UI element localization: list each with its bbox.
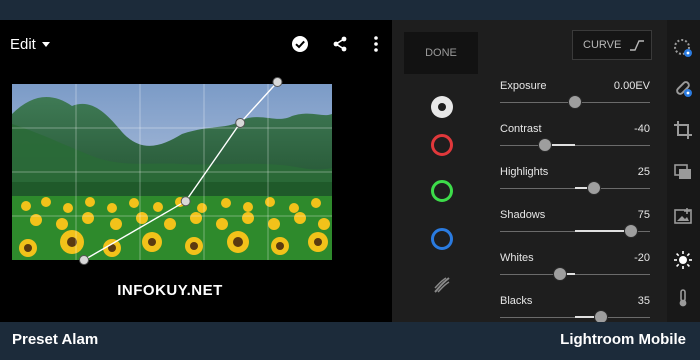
curve-mini-icon <box>630 40 645 51</box>
curve-point-2[interactable] <box>180 196 191 207</box>
share-icon[interactable] <box>330 34 350 54</box>
channel-red-button[interactable] <box>431 134 453 156</box>
slider-label: Exposure <box>500 80 547 92</box>
presets-icon[interactable] <box>673 38 693 58</box>
slider-label: Contrast <box>500 123 542 135</box>
light-adjust-panel: CURVE Exposure 0.00EV Contrast -40 Highlight… <box>490 20 667 324</box>
slider-value: 25 <box>637 166 650 178</box>
slider-label: Highlights <box>500 166 549 178</box>
slider-fill <box>575 230 632 232</box>
curve-point-4[interactable] <box>272 77 283 87</box>
crop-icon[interactable] <box>673 120 693 140</box>
tone-curve[interactable] <box>12 77 332 265</box>
slider-label: Shadows <box>500 209 546 221</box>
caret-down-icon[interactable] <box>42 42 50 47</box>
curve-button-label: CURVE <box>583 39 622 51</box>
photo-edit-pane: Edit INFOKUY.NET <box>0 20 392 322</box>
more-options-icon[interactable] <box>366 34 386 54</box>
watermark-text: INFOKUY.NET <box>117 282 223 299</box>
slider-label: Whites <box>500 252 534 264</box>
channel-green-button[interactable] <box>431 180 453 202</box>
parametric-curve-icon[interactable] <box>431 274 453 296</box>
curve-button[interactable]: CURVE <box>572 30 652 60</box>
curve-point-1[interactable] <box>79 255 89 265</box>
curve-line <box>83 81 278 261</box>
done-button[interactable]: DONE <box>404 32 478 74</box>
slider-value: -20 <box>634 252 650 264</box>
slider-value: 0.00EV <box>613 80 650 92</box>
slider-label: Blacks <box>500 295 533 307</box>
slider-exposure[interactable]: Exposure 0.00EV <box>490 80 667 122</box>
checkmark-icon[interactable] <box>290 34 310 54</box>
healing-icon[interactable] <box>673 78 693 98</box>
edit-menu-label[interactable]: Edit <box>10 36 36 53</box>
versions-icon[interactable] <box>673 162 693 182</box>
slider-highlights[interactable]: Highlights 25 <box>490 166 667 208</box>
channel-rgb-button[interactable] <box>431 96 453 118</box>
caption-left: Preset Alam <box>12 331 99 348</box>
slider-value: -40 <box>634 123 650 135</box>
tool-rail <box>667 20 700 322</box>
slider-thumb[interactable] <box>553 267 567 281</box>
slider-thumb[interactable] <box>586 181 601 195</box>
slider-value: 75 <box>637 209 650 221</box>
channel-rgb-center <box>438 103 446 111</box>
caption-right: Lightroom Mobile <box>560 331 686 348</box>
slider-whites[interactable]: Whites -20 <box>490 252 667 294</box>
curve-channel-column: DONE <box>392 20 490 322</box>
channel-blue-button[interactable] <box>431 228 453 250</box>
slider-contrast[interactable]: Contrast -40 <box>490 123 667 165</box>
slider-thumb[interactable] <box>538 138 552 152</box>
image-add-icon[interactable] <box>673 206 693 226</box>
slider-track[interactable] <box>500 145 650 146</box>
slider-thumb[interactable] <box>568 95 582 109</box>
top-frame-band <box>0 0 700 20</box>
slider-shadows[interactable]: Shadows 75 <box>490 209 667 251</box>
slider-value: 35 <box>637 295 650 307</box>
slider-thumb[interactable] <box>624 224 639 238</box>
light-icon[interactable] <box>673 250 693 270</box>
slider-track[interactable] <box>500 274 650 275</box>
curve-point-3[interactable] <box>235 117 246 128</box>
color-temperature-icon[interactable] <box>673 288 693 308</box>
